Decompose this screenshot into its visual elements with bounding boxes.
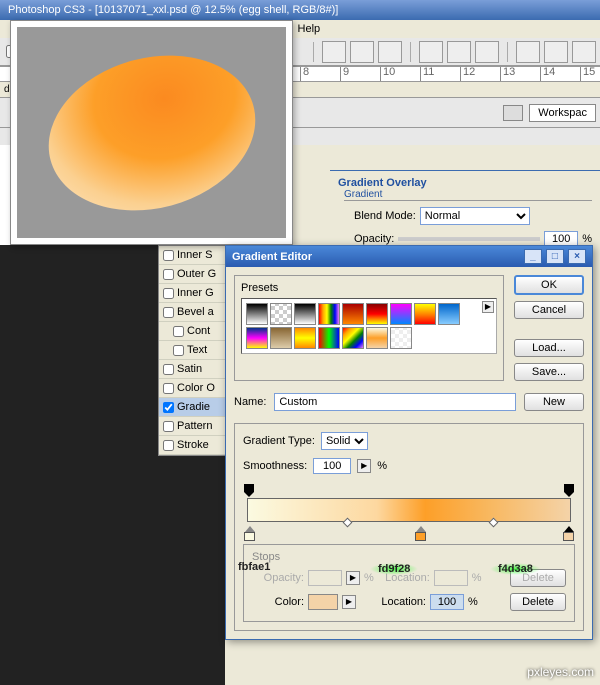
align-center-icon[interactable] (350, 41, 374, 63)
stop-color-label: Color: (252, 596, 304, 608)
align-middle-icon[interactable] (447, 41, 471, 63)
gradient-type-select[interactable]: Solid (321, 432, 368, 450)
style-satin[interactable]: Satin (159, 360, 227, 379)
stop-location-label-2: Location: (374, 596, 426, 608)
stop-location-input-2[interactable] (430, 594, 464, 610)
stops-label: Stops (252, 551, 566, 563)
style-inner-glow[interactable]: Inner G (159, 284, 227, 303)
presets-label: Presets (241, 282, 497, 294)
color-stop-2[interactable] (415, 526, 426, 540)
align-top-icon[interactable] (419, 41, 443, 63)
preset-swatch[interactable] (270, 327, 292, 349)
preset-swatch[interactable] (318, 327, 340, 349)
opacity-stop-right[interactable] (564, 484, 574, 496)
stop-location-label: Location: (378, 572, 430, 584)
preset-swatch[interactable] (438, 303, 460, 325)
dialog-titlebar[interactable]: Gradient Editor _ □ × (226, 246, 592, 267)
distribute-2-icon[interactable] (544, 41, 568, 63)
minimize-icon[interactable]: _ (524, 249, 542, 264)
style-texture[interactable]: Text (159, 341, 227, 360)
pct-label: % (582, 233, 592, 245)
stops-group: Stops Opacity: ▶ % Location: % Delete Co… (243, 544, 575, 622)
preset-swatch[interactable] (342, 303, 364, 325)
distribute-1-icon[interactable] (516, 41, 540, 63)
preset-swatch[interactable] (246, 303, 268, 325)
delete-opacity-stop-button: Delete (510, 569, 566, 587)
egg-preview (31, 33, 273, 232)
stop-location-input-1 (434, 570, 468, 586)
align-right-icon[interactable] (378, 41, 402, 63)
color-stop-3[interactable] (563, 526, 574, 540)
presets-grid: ▶ (241, 298, 497, 354)
stop-opacity-label: Opacity: (252, 572, 304, 584)
preset-swatch[interactable] (390, 327, 412, 349)
style-outer-glow[interactable]: Outer G (159, 265, 227, 284)
gradient-type-group: Gradient Type: Solid Smoothness: ▶ % (234, 423, 584, 631)
menu-help[interactable]: Help (292, 22, 327, 36)
blend-mode-select[interactable]: Normal (420, 207, 530, 225)
smoothness-label: Smoothness: (243, 460, 307, 472)
style-stroke[interactable]: Stroke (159, 436, 227, 455)
layer-styles-list: Inner S Outer G Inner G Bevel a Cont Tex… (158, 245, 228, 456)
watermark: pxleyes.com (527, 665, 594, 679)
opacity-slider[interactable] (398, 237, 540, 241)
style-pattern-overlay[interactable]: Pattern (159, 417, 227, 436)
dialog-title: Gradient Editor (232, 251, 312, 263)
name-input[interactable] (274, 393, 516, 411)
workspace-button[interactable]: Workspac (529, 104, 596, 122)
preset-swatch[interactable] (390, 303, 412, 325)
chevron-right-icon: ▶ (346, 571, 360, 585)
stop-color-swatch[interactable] (308, 594, 338, 610)
style-inner-shadow[interactable]: Inner S (159, 246, 227, 265)
preset-swatch[interactable] (294, 327, 316, 349)
preview-thumbnail (10, 20, 293, 245)
color-stop-1[interactable] (244, 526, 255, 540)
opacity-stop-left[interactable] (244, 484, 254, 496)
preset-swatch[interactable] (366, 303, 388, 325)
preset-swatch[interactable] (246, 327, 268, 349)
chevron-right-icon[interactable]: ▶ (357, 459, 371, 473)
preset-swatch[interactable] (294, 303, 316, 325)
presets-group: Presets ▶ (234, 275, 504, 381)
name-label: Name: (234, 396, 266, 408)
delete-color-stop-button[interactable]: Delete (510, 593, 566, 611)
stop-opacity-input (308, 570, 342, 586)
distribute-3-icon[interactable] (572, 41, 596, 63)
maximize-icon[interactable]: □ (546, 249, 564, 264)
preset-swatch[interactable] (318, 303, 340, 325)
cancel-button[interactable]: Cancel (514, 301, 584, 319)
style-contour[interactable]: Cont (159, 322, 227, 341)
align-bottom-icon[interactable] (475, 41, 499, 63)
preset-swatch[interactable] (366, 327, 388, 349)
app-titlebar: Photoshop CS3 - [10137071_xxl.psd @ 12.5… (0, 0, 600, 20)
close-icon[interactable]: × (568, 249, 586, 264)
style-gradient-overlay[interactable]: Gradie (159, 398, 227, 417)
presets-menu-arrow-icon[interactable]: ▶ (482, 301, 494, 313)
ok-button[interactable]: OK (514, 275, 584, 295)
preset-swatch[interactable] (414, 303, 436, 325)
gradient-overlay-header: Gradient Overlay (338, 177, 592, 189)
save-button[interactable]: Save... (514, 363, 584, 381)
chevron-right-icon[interactable]: ▶ (342, 595, 356, 609)
style-color-overlay[interactable]: Color O (159, 379, 227, 398)
blend-mode-label: Blend Mode: (354, 210, 416, 222)
load-button[interactable]: Load... (514, 339, 584, 357)
preset-swatch[interactable] (270, 303, 292, 325)
app-title: Photoshop CS3 - [10137071_xxl.psd @ 12.5… (8, 4, 338, 16)
workspace-icon[interactable] (503, 105, 523, 121)
gradient-bar[interactable] (247, 486, 571, 540)
style-bevel[interactable]: Bevel a (159, 303, 227, 322)
smoothness-input[interactable] (313, 458, 351, 474)
align-left-icon[interactable] (322, 41, 346, 63)
gradient-sub-header: Gradient (344, 189, 592, 201)
gradient-type-label: Gradient Type: (243, 435, 315, 447)
opacity-label: Opacity: (354, 233, 394, 245)
preset-swatch[interactable] (342, 327, 364, 349)
gradient-editor-dialog: Gradient Editor _ □ × Presets ▶ (225, 245, 593, 640)
new-button[interactable]: New (524, 393, 584, 411)
